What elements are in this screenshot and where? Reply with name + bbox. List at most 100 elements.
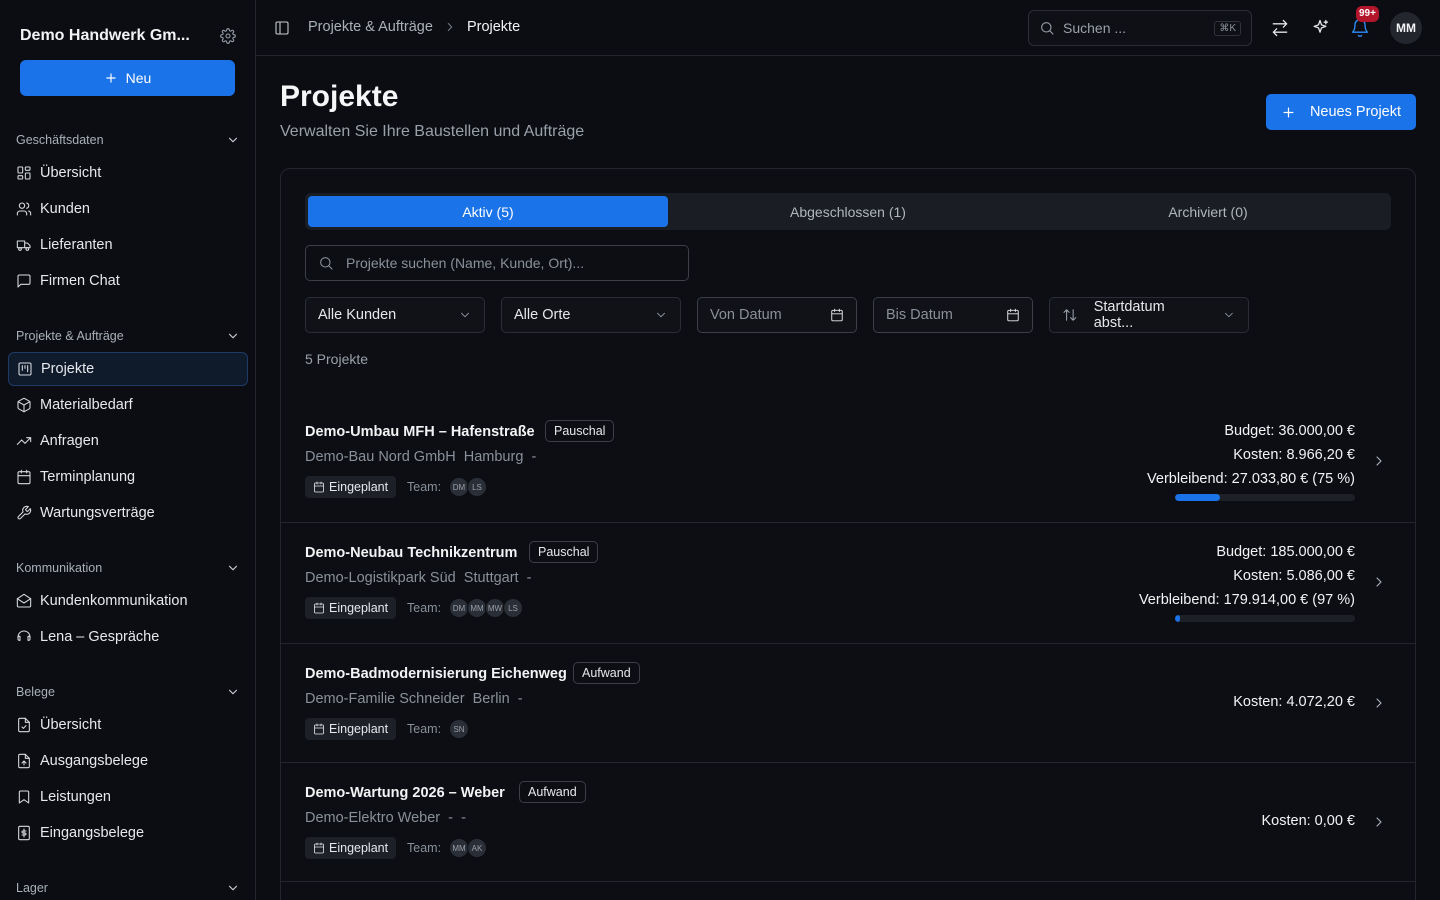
new-project-button[interactable]: Neues Projekt [1266, 94, 1416, 130]
settings-icon[interactable] [220, 28, 236, 44]
project-city: Hamburg [463, 449, 524, 465]
search-icon [1041, 22, 1054, 35]
project-row[interactable]: Demo-Umbau MFH – Hafenstraße Pauschal De… [281, 401, 1415, 523]
team-avatar: LS [467, 477, 487, 497]
global-search-input[interactable]: Suchen ... ⌘K [1028, 10, 1252, 46]
to-date-field[interactable]: Bis Datum [873, 297, 1033, 333]
budget-value: Budget: 36.000,00 € [1224, 423, 1355, 439]
user-avatar[interactable]: MM [1390, 12, 1422, 44]
status-label: Eingeplant [329, 601, 389, 615]
new-button[interactable]: Neu [20, 60, 235, 96]
chevron-down-icon [228, 689, 238, 695]
team-avatar: MM [449, 838, 469, 858]
sidebar-item-kunden[interactable]: Kunden [8, 192, 248, 226]
breadcrumb-parent[interactable]: Projekte & Aufträge [308, 19, 433, 35]
switch-icon[interactable] [1270, 18, 1290, 38]
section-geschaeftsdaten[interactable]: Geschäftsdaten [16, 133, 240, 147]
team-avatars: MM AK [449, 838, 487, 858]
calendar-icon [17, 469, 31, 485]
chevron-right-icon[interactable] [1371, 574, 1387, 590]
chevron-down-icon [228, 885, 238, 891]
status-badge: Eingeplant [305, 718, 397, 740]
sidebar-item-projekte[interactable]: Projekte [8, 352, 248, 386]
section-kommunikation[interactable]: Kommunikation [16, 561, 240, 575]
sidebar-toggle-icon[interactable] [274, 20, 290, 36]
location-filter[interactable]: Alle Orte [501, 297, 681, 333]
budget-progress-bar [1175, 494, 1355, 501]
status-tabs: Aktiv (5) Abgeschlossen (1) Archiviert (… [305, 193, 1391, 230]
budget-progress-fill [1175, 615, 1181, 622]
budget-progress-bar [1175, 615, 1355, 622]
tab-archiviert[interactable]: Archiviert (0) [1028, 196, 1388, 227]
sparkles-icon[interactable] [1310, 18, 1330, 38]
topbar: Projekte & Aufträge Projekte Suchen ... … [256, 0, 1440, 56]
chevron-right-icon[interactable] [1371, 695, 1387, 711]
sidebar-item-wartungsvertraege[interactable]: Wartungsverträge [8, 496, 248, 530]
projects-card: Aktiv (5) Abgeschlossen (1) Archiviert (… [280, 168, 1416, 900]
project-row[interactable]: Demo-Neubau Technikzentrum Pauschal Demo… [281, 523, 1415, 644]
sidebar-item-kundenkommunikation[interactable]: Kundenkommunikation [8, 584, 248, 618]
sidebar-item-lieferanten[interactable]: Lieferanten [8, 228, 248, 262]
team-avatar: MW [485, 598, 505, 618]
customer-filter[interactable]: Alle Kunden [305, 297, 485, 333]
section-belege[interactable]: Belege [16, 685, 240, 699]
chevron-right-icon[interactable] [1371, 814, 1387, 830]
section-title: Belege [16, 685, 55, 699]
project-search-input[interactable]: Projekte suchen (Name, Kunde, Ort)... [305, 245, 689, 281]
sort-icon [1063, 309, 1077, 321]
sidebar-item-firmen-chat[interactable]: Firmen Chat [8, 264, 248, 298]
tab-abgeschlossen[interactable]: Abgeschlossen (1) [668, 196, 1028, 227]
remaining-value: Verbleibend: 27.033,80 € (75 %) [1147, 471, 1355, 487]
project-finance: Budget: 185.000,00 € Kosten: 5.086,00 € … [1139, 540, 1355, 612]
sidebar-item-label: Firmen Chat [40, 273, 120, 289]
mail-icon [16, 593, 32, 608]
team-label: Team: [407, 722, 442, 736]
sort-select[interactable]: Startdatum abst... [1049, 297, 1249, 333]
section-lager[interactable]: Lager [16, 881, 240, 895]
team-avatar: AK [467, 838, 487, 858]
project-city: Stuttgart [463, 570, 519, 586]
status-badge: Eingeplant [305, 837, 397, 859]
org-switcher[interactable]: Demo Handwerk Gm... [20, 26, 236, 46]
sidebar-item-ausgangsbelege[interactable]: Ausgangsbelege [8, 744, 248, 778]
sidebar-item-uebersicht[interactable]: Übersicht [8, 156, 248, 190]
team-avatar: MM [467, 598, 487, 618]
chevron-right-icon[interactable] [1371, 453, 1387, 469]
from-date-field[interactable]: Von Datum [697, 297, 857, 333]
sidebar-item-terminplanung[interactable]: Terminplanung [8, 460, 248, 494]
sidebar-item-label: Leistungen [40, 789, 111, 805]
tab-aktiv[interactable]: Aktiv (5) [308, 196, 668, 227]
sidebar-item-lena[interactable]: Lena – Gespräche [8, 620, 248, 654]
sidebar-item-anfragen[interactable]: Anfragen [8, 424, 248, 458]
file-out-icon [18, 753, 30, 769]
sidebar-item-eingangsbelege[interactable]: Eingangsbelege [8, 816, 248, 850]
project-row[interactable]: Demo-Badmodernisierung Eichenweg Aufwand… [281, 644, 1415, 763]
team-avatar: SN [449, 719, 469, 739]
team-avatar: LS [503, 598, 523, 618]
section-projekte[interactable]: Projekte & Aufträge [16, 329, 240, 343]
sort-value: Startdatum abst... [1093, 299, 1165, 331]
project-city: - [448, 810, 454, 826]
new-project-label: Neues Projekt [1309, 104, 1402, 120]
chevron-down-icon [461, 312, 469, 318]
team-label: Team: [407, 601, 442, 615]
chat-icon [17, 274, 31, 288]
headset-icon [17, 630, 31, 641]
project-customer: Demo-Bau Nord GmbH [305, 449, 456, 465]
project-extra: - [531, 449, 537, 465]
project-meta: Demo-Logistikpark Süd Stuttgart - [305, 570, 532, 586]
sidebar-item-label: Anfragen [40, 433, 99, 449]
calendar-icon [314, 842, 324, 854]
project-name: Demo-Umbau MFH – Hafenstraße [305, 424, 535, 440]
sidebar-item-label: Projekte [41, 361, 95, 377]
project-meta: Demo-Familie Schneider Berlin - [305, 691, 523, 707]
budget-value: Budget: 185.000,00 € [1216, 544, 1355, 560]
search-icon [320, 257, 333, 270]
status-label: Eingeplant [329, 722, 389, 736]
project-row[interactable]: Demo-Wartung 2026 – Weber Aufwand Demo-E… [281, 763, 1415, 882]
project-customer: Demo-Elektro Weber [305, 810, 441, 826]
sidebar-item-materialbedarf[interactable]: Materialbedarf [8, 388, 248, 422]
from-date-placeholder: Von Datum [710, 307, 782, 323]
sidebar-item-belege-uebersicht[interactable]: Übersicht [8, 708, 248, 742]
sidebar-item-leistungen[interactable]: Leistungen [8, 780, 248, 814]
